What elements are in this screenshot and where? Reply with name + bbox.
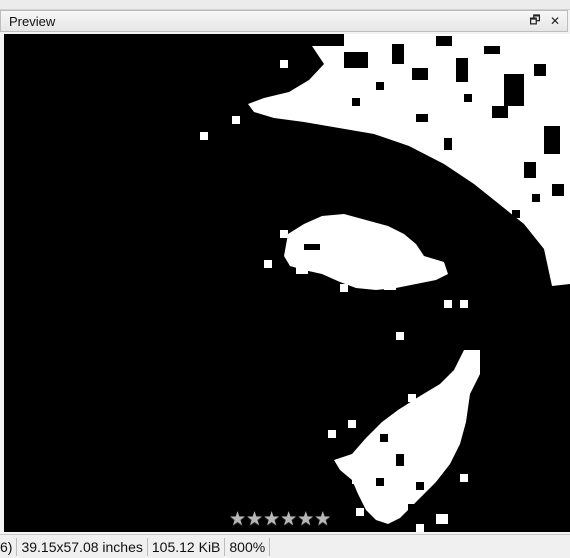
image-preview-canvas[interactable] — [4, 34, 570, 532]
rating-star-icon[interactable]: ★ — [246, 510, 263, 530]
status-dimensions: 39.15x57.08 inches — [17, 537, 148, 556]
status-bar: 6) 39.15x57.08 inches 105.12 KiB 800% — [0, 534, 570, 558]
status-file-size: 105.12 KiB — [148, 537, 226, 556]
restore-window-icon[interactable]: 🗗 — [527, 13, 543, 29]
panel-title: Preview — [9, 13, 56, 29]
rating-star-icon[interactable]: ★ — [297, 510, 314, 530]
status-position: 6) — [0, 537, 18, 556]
preview-panel-header: Preview 🗗 ✕ — [0, 10, 568, 32]
window-top-edge — [0, 0, 570, 10]
rating-star-icon[interactable]: ★ — [314, 510, 331, 530]
close-icon[interactable]: ✕ — [547, 13, 563, 29]
rating-star-icon[interactable]: ★ — [263, 510, 280, 530]
rating-star-icon[interactable]: ★ — [229, 510, 246, 530]
star-rating[interactable]: ★ ★ ★ ★ ★ ★ — [229, 510, 331, 530]
rating-star-icon[interactable]: ★ — [280, 510, 297, 530]
preview-window: Preview 🗗 ✕ ★ ★ ★ ★ ★ ★ 6) 39.15x57.08 i… — [0, 0, 570, 558]
status-zoom: 800% — [225, 537, 271, 556]
zoomed-bitmap-image — [4, 34, 570, 532]
